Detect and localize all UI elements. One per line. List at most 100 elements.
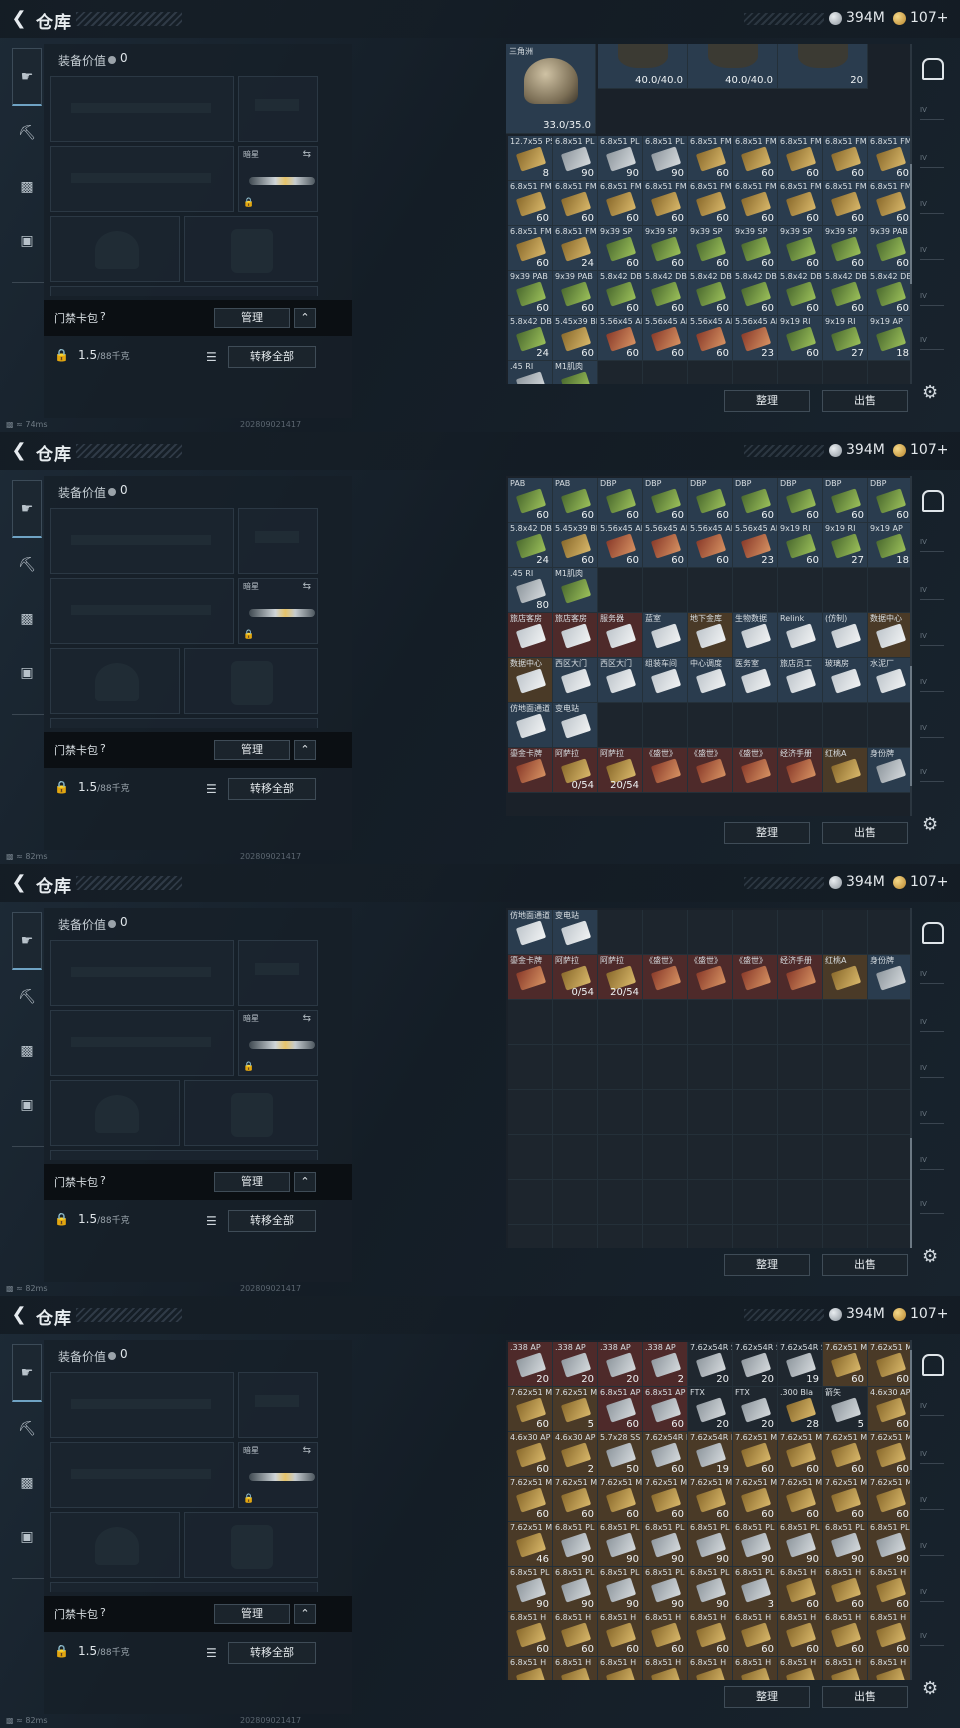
- stash-item[interactable]: 生物数据: [733, 613, 778, 658]
- stash-item[interactable]: 地下金库: [688, 613, 733, 658]
- stash-item[interactable]: 6.8x51 AP 60: [598, 1387, 643, 1432]
- transfer-all-button[interactable]: 转移全部: [228, 1642, 316, 1664]
- stash-item[interactable]: 《盛世》: [688, 748, 733, 793]
- stash-tab-icon[interactable]: IV: [920, 632, 944, 646]
- stash-item[interactable]: 9x39 SP 60: [823, 226, 868, 271]
- stash-item[interactable]: FTX 20: [688, 1387, 733, 1432]
- stash-tab-icon[interactable]: IV: [920, 292, 944, 306]
- stash-item[interactable]: 7.62x51 M 60: [643, 1477, 688, 1522]
- stash-item[interactable]: .45 RI: [508, 361, 553, 384]
- stash-item[interactable]: 7.62x54R SNB 20: [733, 1342, 778, 1387]
- stash-item[interactable]: 6.8x51 PL 90: [688, 1567, 733, 1612]
- primary-weapon-slot[interactable]: [50, 1372, 234, 1438]
- stash-item[interactable]: 6.8x51 FM 60: [823, 136, 868, 181]
- stash-item[interactable]: 6.8x51 H: [598, 1657, 643, 1680]
- list-icon[interactable]: ☰: [206, 350, 217, 364]
- stash-tab-icon[interactable]: IV: [920, 1018, 944, 1032]
- stash-item[interactable]: 6.8x51 H 60: [823, 1567, 868, 1612]
- stash-item[interactable]: 6.8x51 PL 90: [868, 1522, 912, 1567]
- stash-item[interactable]: 阿萨拉 0/54: [553, 955, 598, 1000]
- stash-item[interactable]: 6.8x51 FM 60: [553, 181, 598, 226]
- stash-item[interactable]: 鎏金卡牌: [508, 955, 553, 1000]
- stash-item[interactable]: DBP 60: [733, 478, 778, 523]
- stash-item[interactable]: 《盛世》: [733, 748, 778, 793]
- stash-item[interactable]: 5.45x39 BP 60: [553, 523, 598, 568]
- help-icon[interactable]: ?: [100, 1606, 106, 1619]
- stash-item[interactable]: 7.62x51 M 60: [508, 1387, 553, 1432]
- stash-item[interactable]: 5.8x42 DBP 60: [688, 271, 733, 316]
- stash-tab-icon[interactable]: IV: [920, 106, 944, 120]
- stash-item[interactable]: 6.8x51 PL 90: [508, 1567, 553, 1612]
- stash-item[interactable]: 5.8x42 DBP 60: [598, 271, 643, 316]
- stash-item[interactable]: 经济手册: [778, 955, 823, 1000]
- stash-item[interactable]: 6.8x51 PL 90: [823, 1522, 868, 1567]
- stash-item[interactable]: M1肌肉: [553, 361, 598, 384]
- stash-item[interactable]: 9x19 RI 60: [778, 523, 823, 568]
- chest-rig-slot[interactable]: [50, 1150, 318, 1160]
- stash-tab-icon[interactable]: IV: [920, 1496, 944, 1510]
- stash-item[interactable]: 7.62x54R BT 60: [643, 1432, 688, 1477]
- stash-item[interactable]: 6.8x51 FM 60: [688, 136, 733, 181]
- stash-tab-icon[interactable]: IV: [920, 200, 944, 214]
- stash-item[interactable]: 5.56x45 AP 60: [688, 523, 733, 568]
- sort-button[interactable]: 整理: [724, 822, 810, 844]
- stash-item[interactable]: 服务器: [598, 613, 643, 658]
- stash-item[interactable]: 7.62x51 M 60: [733, 1432, 778, 1477]
- primary-weapon-slot[interactable]: [50, 508, 234, 574]
- warehouse-tab-icon[interactable]: [922, 58, 944, 80]
- stash-tab-icon[interactable]: IV: [920, 246, 944, 260]
- stash-item[interactable]: 7.62x51 M 60: [688, 1477, 733, 1522]
- scrollbar-thumb[interactable]: [910, 164, 912, 284]
- stash-item[interactable]: 6.8x51 FM 60: [508, 226, 553, 271]
- helmet-slot[interactable]: [50, 648, 180, 714]
- stash-item[interactable]: 6.8x51 H: [643, 1657, 688, 1680]
- gold-balance[interactable]: 107+: [910, 10, 948, 26]
- stash-item[interactable]: 5.56x45 AP 23: [733, 523, 778, 568]
- stash-item[interactable]: 5.8x42 DBP 60: [778, 271, 823, 316]
- scrollbar-thumb[interactable]: [910, 666, 912, 786]
- stash-item[interactable]: 7.62x51 M 60: [733, 1477, 778, 1522]
- manage-button[interactable]: 管理: [214, 740, 290, 760]
- armor-slot[interactable]: [184, 1512, 318, 1578]
- gold-balance[interactable]: 107+: [910, 442, 948, 458]
- stash-item[interactable]: 7.62x51 M 60: [778, 1432, 823, 1477]
- stash-item[interactable]: 9x19 RI 60: [778, 316, 823, 361]
- pistol-slot[interactable]: [238, 940, 318, 1006]
- warehouse-tab-icon[interactable]: [922, 490, 944, 512]
- stash-item[interactable]: 阿萨拉 20/54: [598, 955, 643, 1000]
- stash-item[interactable]: 6.8x51 H: [508, 1657, 553, 1680]
- stash-item[interactable]: 9x19 AP 18: [868, 523, 912, 568]
- gold-balance[interactable]: 107+: [910, 1306, 948, 1322]
- stash-item[interactable]: 6.8x51 FM 60: [823, 181, 868, 226]
- stash-item[interactable]: 蓝室: [643, 613, 688, 658]
- stash-item[interactable]: 《盛世》: [643, 955, 688, 1000]
- transfer-all-button[interactable]: 转移全部: [228, 1210, 316, 1232]
- stash-tab-icon[interactable]: IV: [920, 1156, 944, 1170]
- swap-icon[interactable]: ⇆: [303, 581, 311, 592]
- stash-item[interactable]: 6.8x51 FM 60: [598, 181, 643, 226]
- stash-item[interactable]: 6.8x51 H 60: [733, 1612, 778, 1657]
- stash-item[interactable]: 旅店客房: [508, 613, 553, 658]
- stash-tab-icon[interactable]: IV: [920, 970, 944, 984]
- stash-item[interactable]: 7.62x51 M 60: [778, 1477, 823, 1522]
- stash-tab-icon[interactable]: IV: [920, 1402, 944, 1416]
- stash-item[interactable]: DBP 60: [823, 478, 868, 523]
- armor-item[interactable]: 40.0/40.0: [688, 44, 778, 89]
- nav-armor-icon[interactable]: ⛏: [12, 548, 42, 582]
- stash-item[interactable]: 6.8x51 PL 90: [643, 1567, 688, 1612]
- stash-item[interactable]: 6.8x51 PL 3: [733, 1567, 778, 1612]
- stash-tab-icon[interactable]: IV: [920, 586, 944, 600]
- stash-item[interactable]: 《盛世》: [643, 748, 688, 793]
- stash-item[interactable]: 6.8x51 H 60: [688, 1612, 733, 1657]
- nav-armor-icon[interactable]: ⛏: [12, 1412, 42, 1446]
- nav-backpack-icon[interactable]: ▩: [12, 1034, 42, 1068]
- list-icon[interactable]: ☰: [206, 782, 217, 796]
- stash-item[interactable]: 《盛世》: [688, 955, 733, 1000]
- sort-button[interactable]: 整理: [724, 1686, 810, 1708]
- warehouse-tab-icon[interactable]: [922, 1354, 944, 1376]
- transfer-all-button[interactable]: 转移全部: [228, 778, 316, 800]
- stash-item[interactable]: .338 AP 20: [508, 1342, 553, 1387]
- stash-item[interactable]: 6.8x51 PL 90: [598, 1567, 643, 1612]
- helmet-slot[interactable]: [50, 1512, 180, 1578]
- sell-button[interactable]: 出售: [822, 390, 908, 412]
